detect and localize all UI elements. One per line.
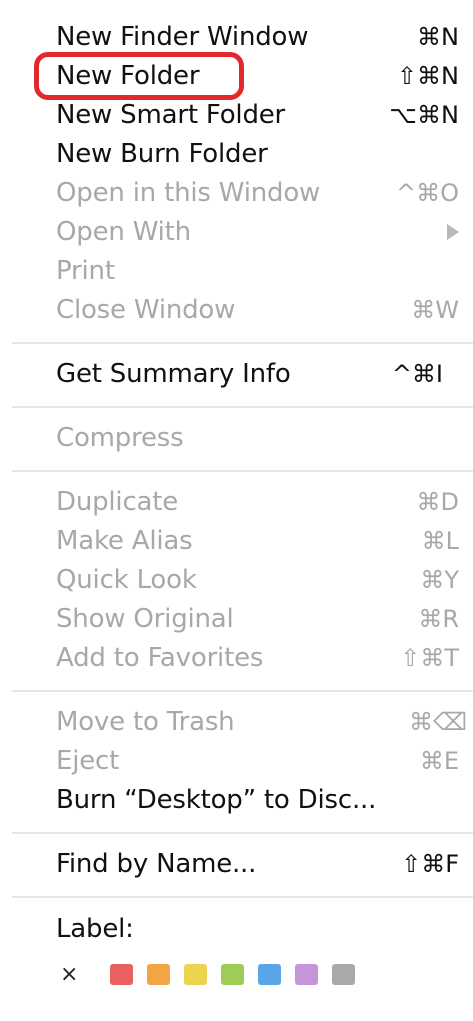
label-color-swatch[interactable] <box>184 964 207 985</box>
menu-item-get-summary-info[interactable]: Get Summary Info ^⌘I <box>0 355 473 393</box>
menu-item-label: Show Original <box>56 604 234 634</box>
menu-item-label: Open With <box>56 217 191 247</box>
menu-item-close-window[interactable]: Close Window ⌘W <box>0 291 473 329</box>
menu-item-duplicate[interactable]: Duplicate ⌘D <box>0 483 473 521</box>
menu-item-quick-look[interactable]: Quick Look ⌘Y <box>0 561 473 599</box>
label-color-swatch[interactable] <box>332 964 355 985</box>
shortcut-label: ^⌘O <box>396 179 459 207</box>
shortcut-label: ^⌘I <box>391 360 443 388</box>
menu-separator <box>12 832 473 834</box>
label-color-swatch[interactable] <box>221 964 244 985</box>
menu-item-eject[interactable]: Eject ⌘E <box>0 742 473 780</box>
menu-item-label: Close Window <box>56 295 236 325</box>
menu-item-label: Duplicate <box>56 487 179 517</box>
menu-item-label: Find by Name... <box>56 849 257 879</box>
label-title: Label: <box>56 914 134 944</box>
menu-separator <box>12 406 473 408</box>
clear-label-icon[interactable]: × <box>60 964 78 986</box>
menu-item-new-burn-folder[interactable]: New Burn Folder <box>0 135 473 173</box>
menu-separator <box>12 342 473 344</box>
shortcut-label: ⌘L <box>421 527 459 555</box>
menu-item-label: Get Summary Info <box>56 359 291 389</box>
menu-item-label: New Burn Folder <box>56 139 268 169</box>
shortcut-label: ⌘⌫ <box>409 708 467 736</box>
menu-item-add-to-favorites[interactable]: Add to Favorites ⇧⌘T <box>0 639 473 677</box>
file-context-menu: New Finder Window ⌘N New Folder ⇧⌘N New … <box>0 0 473 1021</box>
menu-item-open-in-this-window[interactable]: Open in this Window ^⌘O <box>0 174 473 212</box>
menu-item-label: Burn “Desktop” to Disc... <box>56 785 377 815</box>
shortcut-label: ⌘R <box>418 605 459 633</box>
shortcut-label: ⌘W <box>411 296 459 324</box>
shortcut-label: ⇧⌘T <box>400 644 459 672</box>
menu-item-make-alias[interactable]: Make Alias ⌘L <box>0 522 473 560</box>
menu-item-move-to-trash[interactable]: Move to Trash ⌘⌫ <box>0 703 473 741</box>
menu-item-label: Eject <box>56 746 120 776</box>
label-section-title: Label: <box>0 910 473 948</box>
shortcut-label: ⇧⌘F <box>401 850 459 878</box>
menu-separator <box>12 896 473 898</box>
label-color-swatch[interactable] <box>295 964 318 985</box>
shortcut-label: ⌘E <box>419 747 459 775</box>
menu-item-new-finder-window[interactable]: New Finder Window ⌘N <box>0 18 473 56</box>
menu-item-label: New Finder Window <box>56 22 309 52</box>
menu-item-label: Open in this Window <box>56 178 321 208</box>
menu-item-label: Make Alias <box>56 526 193 556</box>
menu-separator <box>12 690 473 692</box>
menu-item-label: Compress <box>56 423 184 453</box>
menu-item-label: New Smart Folder <box>56 100 286 130</box>
submenu-arrow-icon <box>447 224 459 240</box>
menu-item-compress[interactable]: Compress <box>0 419 473 457</box>
menu-item-label: Move to Trash <box>56 707 235 737</box>
menu-item-new-smart-folder[interactable]: New Smart Folder ⌥⌘N <box>0 96 473 134</box>
menu-item-open-with[interactable]: Open With <box>0 213 473 251</box>
shortcut-label: ⌘Y <box>420 566 459 594</box>
menu-item-label: Add to Favorites <box>56 643 264 673</box>
shortcut-label: ⌥⌘N <box>389 101 459 129</box>
menu-item-burn-desktop-to-disc[interactable]: Burn “Desktop” to Disc... <box>0 781 473 819</box>
label-color-swatch[interactable] <box>147 964 170 985</box>
highlight-annotation-ring <box>34 52 244 100</box>
shortcut-label: ⇧⌘N <box>396 62 459 90</box>
label-color-swatch[interactable] <box>258 964 281 985</box>
menu-item-print[interactable]: Print <box>0 252 473 290</box>
menu-item-find-by-name[interactable]: Find by Name... ⇧⌘F <box>0 845 473 883</box>
label-color-swatch[interactable] <box>110 964 133 985</box>
menu-item-show-original[interactable]: Show Original ⌘R <box>0 600 473 638</box>
shortcut-label: ⌘D <box>416 488 459 516</box>
shortcut-label: ⌘N <box>417 23 459 51</box>
menu-separator <box>12 470 473 472</box>
menu-item-label: Quick Look <box>56 565 197 595</box>
menu-item-label: Print <box>56 256 115 286</box>
